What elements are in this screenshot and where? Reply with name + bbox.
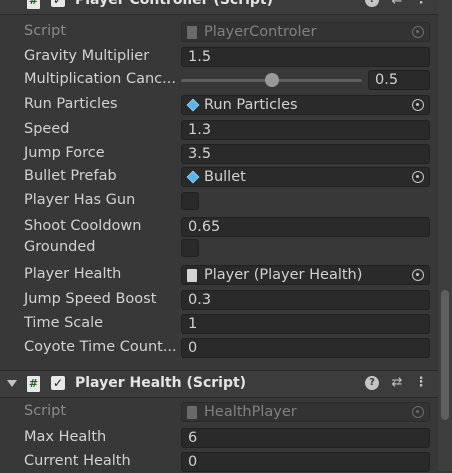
help-icon[interactable]: ?	[365, 0, 379, 7]
gravity-multiplier-field[interactable]: 1.5	[181, 47, 430, 67]
time-scale-field[interactable]: 1	[181, 314, 430, 334]
script-row: Script PlayerControler	[0, 21, 438, 43]
jump-force-field[interactable]: 3.5	[181, 144, 430, 164]
object-picker-icon[interactable]	[412, 171, 424, 183]
script-label: Script	[24, 403, 67, 419]
player-has-gun-checkbox[interactable]	[181, 192, 199, 210]
component-title: Player Controller (Script)	[75, 0, 274, 8]
script-file-icon	[187, 406, 199, 419]
current-health-label: Current Health	[24, 453, 131, 469]
jump-speed-boost-field[interactable]: 0.3	[181, 290, 430, 310]
max-health-row: Max Health 6	[0, 427, 438, 449]
object-picker-icon[interactable]	[412, 269, 424, 281]
run-particles-row: Run Particles Run Particles	[0, 94, 438, 116]
multiplication-cancel-row: Multiplication Canc... 0.5	[0, 69, 438, 91]
script-row: Script HealthPlayer	[0, 401, 438, 423]
player-controller-header[interactable]: # ✓ Player Controller (Script) ? ⇄ ⋮	[0, 0, 438, 15]
script-icon	[187, 269, 199, 282]
shoot-cooldown-field[interactable]: 0.65	[181, 217, 430, 237]
time-scale-row: Time Scale 1	[0, 313, 438, 335]
grounded-checkbox[interactable]	[181, 239, 199, 257]
player-has-gun-row: Player Has Gun	[0, 190, 438, 212]
scrollbar-thumb[interactable]	[441, 290, 449, 420]
player-health-label: Player Health	[24, 266, 122, 282]
grounded-row: Grounded	[0, 237, 438, 259]
slider-thumb[interactable]	[264, 73, 279, 87]
run-particles-label: Run Particles	[24, 96, 118, 112]
script-file-icon	[187, 26, 199, 39]
script-label: Script	[24, 23, 67, 39]
help-icon[interactable]: ?	[365, 376, 379, 390]
coyote-time-field[interactable]: 0	[181, 338, 430, 358]
script-icon: #	[27, 376, 40, 392]
multiplication-cancel-field[interactable]: 0.5	[368, 70, 430, 90]
context-menu-icon[interactable]: ⋮	[414, 376, 428, 390]
presets-icon[interactable]: ⇄	[390, 376, 404, 390]
current-health-field[interactable]: 0	[181, 452, 430, 472]
script-field: PlayerControler	[181, 22, 430, 42]
speed-row: Speed 1.3	[0, 119, 438, 141]
jump-force-label: Jump Force	[24, 145, 105, 161]
component-enabled-checkbox[interactable]: ✓	[51, 376, 65, 390]
script-field: HealthPlayer	[181, 402, 430, 422]
gravity-multiplier-row: Gravity Multiplier 1.5	[0, 46, 438, 68]
multiplication-cancel-label: Multiplication Canc...	[24, 71, 176, 87]
prefab-cube-icon	[186, 170, 200, 184]
current-health-row: Current Health 0	[0, 451, 438, 473]
component-enabled-checkbox[interactable]: ✓	[51, 0, 65, 7]
time-scale-label: Time Scale	[24, 315, 104, 331]
component-title: Player Health (Script)	[75, 375, 247, 391]
bullet-prefab-field[interactable]: Bullet	[181, 167, 430, 187]
speed-field[interactable]: 1.3	[181, 120, 430, 140]
jump-force-row: Jump Force 3.5	[0, 143, 438, 165]
coyote-time-row: Coyote Time Count... 0	[0, 337, 438, 359]
presets-icon[interactable]: ⇄	[390, 0, 404, 7]
object-picker-icon	[412, 26, 424, 38]
max-health-label: Max Health	[24, 429, 107, 445]
speed-label: Speed	[24, 121, 70, 137]
context-menu-icon[interactable]: ⋮	[414, 0, 428, 7]
object-picker-icon	[412, 406, 424, 418]
player-health-field[interactable]: Player (Player Health)	[181, 265, 430, 285]
script-icon: #	[27, 0, 40, 9]
jump-speed-boost-label: Jump Speed Boost	[24, 291, 157, 307]
bullet-prefab-label: Bullet Prefab	[24, 168, 117, 184]
foldout-arrow-icon[interactable]	[7, 380, 17, 387]
grounded-label: Grounded	[24, 239, 96, 255]
max-health-field[interactable]: 6	[181, 428, 430, 448]
vertical-scrollbar[interactable]	[438, 0, 452, 471]
gravity-multiplier-label: Gravity Multiplier	[24, 48, 150, 64]
player-has-gun-label: Player Has Gun	[24, 192, 136, 208]
object-picker-icon[interactable]	[412, 99, 424, 111]
shoot-cooldown-row: Shoot Cooldown 0.65	[0, 216, 438, 238]
jump-speed-boost-row: Jump Speed Boost 0.3	[0, 289, 438, 311]
run-particles-field[interactable]: Run Particles	[181, 95, 430, 115]
coyote-time-label: Coyote Time Count...	[24, 339, 177, 355]
player-health-header[interactable]: # ✓ Player Health (Script) ? ⇄ ⋮	[0, 370, 438, 398]
bullet-prefab-row: Bullet Prefab Bullet	[0, 166, 438, 188]
player-health-row: Player Health Player (Player Health)	[0, 264, 438, 286]
shoot-cooldown-label: Shoot Cooldown	[24, 218, 142, 234]
prefab-cube-icon	[186, 98, 200, 112]
